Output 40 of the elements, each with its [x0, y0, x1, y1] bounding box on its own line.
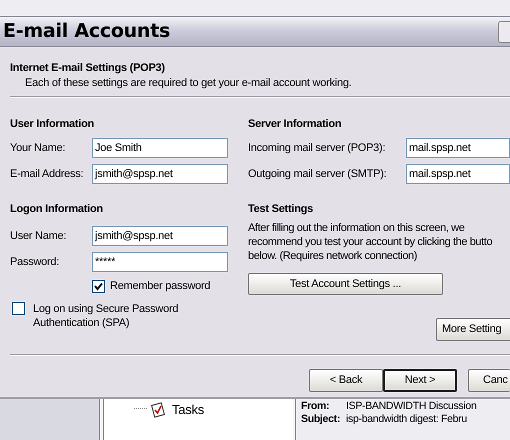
text-field[interactable]: jsmith@spsp.net	[92, 164, 228, 184]
description-line: recommend you test your account by clicking the butto	[248, 235, 494, 249]
section-title: Internet E-mail Settings (POP3)	[10, 61, 166, 75]
section-heading: Server Information	[248, 117, 342, 132]
text-field[interactable]: mail.spsp.net	[406, 164, 510, 184]
tree-item[interactable]: Tasks	[172, 400, 204, 420]
checkbox-label: Log on using Secure Password Authentication (SPA)	[33, 302, 180, 330]
description-line: After filling out the information on this screen, we	[248, 221, 466, 235]
more-settings-button[interactable]: More Setting	[436, 318, 510, 341]
dialog-button[interactable]: < Back	[309, 369, 383, 392]
header-value: ISP-BANDWIDTH Discussion	[346, 400, 476, 413]
help-button[interactable]	[498, 20, 510, 42]
description: Each of these settings are required to get your e-mail account working.	[24, 76, 352, 90]
header-label: From:	[301, 400, 330, 413]
window-title: E-mail Accounts	[2, 19, 170, 44]
field-label: E-mail Address:	[10, 166, 84, 182]
field-label: Your Name:	[10, 140, 66, 156]
tree-connector	[134, 408, 147, 410]
text-field[interactable]: mail.spsp.net	[406, 138, 510, 158]
description-line: below. (Requires network connection)	[248, 249, 418, 263]
dialog-button[interactable]: Canc	[468, 369, 510, 392]
field-label: Outgoing mail server (SMTP):	[248, 166, 388, 182]
dialog-button[interactable]: Next >	[383, 369, 457, 392]
section-heading: Test Settings	[248, 202, 314, 217]
header-label: Subject:	[301, 413, 342, 426]
test-account-settings-button[interactable]: Test Account Settings ...	[248, 273, 443, 295]
field-label: Incoming mail server (POP3):	[248, 140, 386, 156]
check-icon	[94, 282, 103, 290]
section-heading: User Information	[10, 117, 96, 132]
text-field[interactable]: *****	[92, 252, 228, 272]
field-label: Password:	[10, 254, 60, 270]
checkbox[interactable]	[92, 280, 105, 292]
checkbox-label: Remember password	[110, 279, 210, 293]
text-field[interactable]: jsmith@spsp.net	[92, 226, 228, 246]
header-value: isp-bandwidth digest: Febru	[346, 413, 467, 426]
clipboard-check-icon	[150, 402, 166, 418]
section-heading: Logon Information	[10, 202, 104, 217]
field-label: User Name:	[10, 228, 68, 244]
checkbox[interactable]	[12, 302, 25, 315]
text-field[interactable]: Joe Smith	[92, 138, 228, 158]
